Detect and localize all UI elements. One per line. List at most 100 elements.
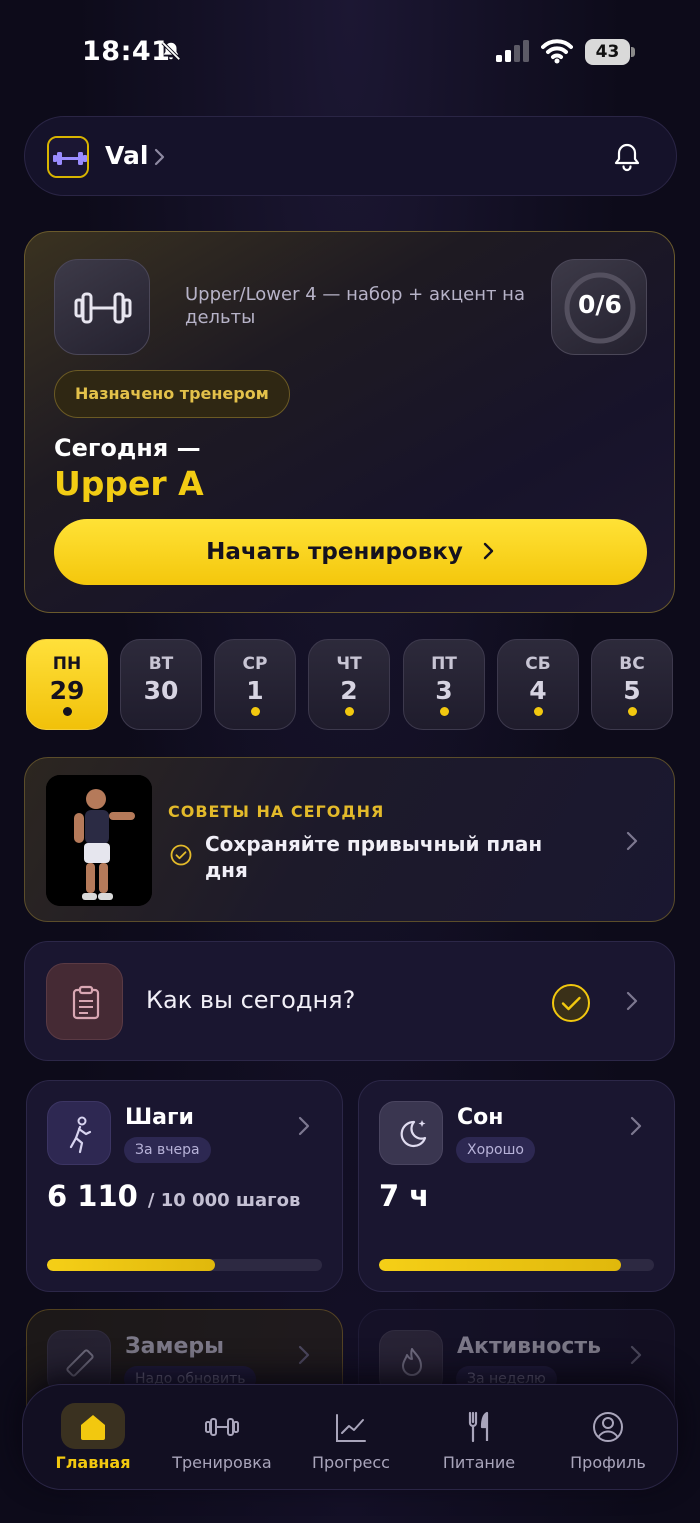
app-logo xyxy=(47,136,89,178)
day-name: ВС xyxy=(619,654,645,674)
nav-home[interactable]: Главная xyxy=(33,1385,153,1491)
nav-label: Прогресс xyxy=(312,1453,390,1472)
day-monday[interactable]: ПН 29 xyxy=(26,639,108,730)
day-name: ПТ xyxy=(431,654,457,674)
nav-label: Главная xyxy=(55,1453,131,1472)
chevron-right-icon xyxy=(630,1345,642,1365)
mood-question: Как вы сегодня? xyxy=(146,986,356,1014)
day-thursday[interactable]: ЧТ 2 xyxy=(308,639,390,730)
start-workout-button[interactable]: Начать тренировку xyxy=(54,519,647,585)
chevron-right-icon xyxy=(298,1345,310,1365)
battery-level: 43 xyxy=(585,39,630,65)
day-dot xyxy=(534,707,543,716)
chevron-right-icon xyxy=(483,542,494,559)
day-dot xyxy=(345,707,354,716)
sleep-card[interactable]: Сон Хорошо 7 ч xyxy=(358,1080,675,1292)
day-saturday[interactable]: СБ 4 xyxy=(497,639,579,730)
nav-nutrition[interactable]: Питание xyxy=(419,1385,539,1491)
nav-progress[interactable]: Прогресс xyxy=(291,1385,411,1491)
sleep-value: 7 ч xyxy=(379,1179,430,1213)
day-date: 4 xyxy=(529,676,547,705)
steps-value: 6 110 xyxy=(47,1179,138,1213)
wifi-icon xyxy=(541,39,573,64)
nav-profile[interactable]: Профиль xyxy=(548,1385,668,1491)
stat-icon-box xyxy=(47,1101,111,1165)
start-workout-label: Начать тренировку xyxy=(206,539,463,565)
progress-count: 0/6 xyxy=(578,290,622,319)
chevron-right-icon xyxy=(154,148,165,166)
chevron-right-icon xyxy=(298,1116,310,1136)
steps-card[interactable]: Шаги За вчера 6 110 / 10 000 шагов xyxy=(26,1080,343,1292)
chart-icon xyxy=(336,1414,366,1442)
day-dot xyxy=(251,707,260,716)
day-wednesday[interactable]: СР 1 xyxy=(214,639,296,730)
chevron-right-icon xyxy=(626,991,638,1011)
workout-icon-box xyxy=(54,259,150,355)
day-name: ЧТ xyxy=(336,654,362,674)
day-date: 1 xyxy=(246,676,264,705)
day-dot xyxy=(63,707,72,716)
dumbbell-icon xyxy=(74,292,132,324)
day-date: 3 xyxy=(435,676,453,705)
day-name: ВТ xyxy=(148,654,174,674)
steps-period-badge: За вчера xyxy=(124,1137,211,1163)
tips-title: СОВЕТЫ НА СЕГОДНЯ xyxy=(168,802,385,821)
mood-check-card[interactable]: Как вы сегодня? xyxy=(24,941,675,1061)
notification-bell-icon[interactable] xyxy=(611,141,643,173)
bottom-navigation: Главная Тренировка Прогресс Питание Проф… xyxy=(22,1384,678,1490)
day-friday[interactable]: ПТ 3 xyxy=(403,639,485,730)
moon-icon xyxy=(400,1120,427,1148)
day-date: 2 xyxy=(340,676,358,705)
trainer-image xyxy=(46,775,152,906)
sleep-title: Сон xyxy=(457,1105,504,1130)
cellular-signal-icon xyxy=(496,40,529,62)
day-tuesday[interactable]: ВТ 30 xyxy=(120,639,202,730)
daily-tips-card[interactable]: СОВЕТЫ НА СЕГОДНЯ Сохраняйте привычный п… xyxy=(24,757,675,922)
stat-icon-box xyxy=(379,1101,443,1165)
day-date: 30 xyxy=(143,676,179,705)
day-name: СБ xyxy=(525,654,551,674)
profile-icon xyxy=(593,1412,623,1442)
sleep-progress-bar xyxy=(379,1259,654,1271)
dumbbell-icon xyxy=(205,1418,239,1436)
sleep-quality-badge: Хорошо xyxy=(456,1137,535,1163)
nav-workout[interactable]: Тренировка xyxy=(162,1385,282,1491)
check-circle-icon[interactable] xyxy=(551,983,591,1023)
nav-label: Тренировка xyxy=(172,1453,272,1472)
today-workout-card[interactable]: Upper/Lower 4 — набор + акцент на дельты… xyxy=(24,231,675,613)
workout-progress: 0/6 xyxy=(551,259,647,355)
clipboard-icon xyxy=(72,985,100,1020)
status-bar: 18:41 43 xyxy=(0,0,700,100)
activity-title: Активность xyxy=(457,1334,602,1359)
measurements-title: Замеры xyxy=(125,1334,225,1359)
fork-knife-icon xyxy=(468,1411,489,1443)
plan-name: Upper/Lower 4 — набор + акцент на дельты xyxy=(185,284,525,328)
steps-title: Шаги xyxy=(125,1105,194,1130)
check-circle-icon xyxy=(170,844,192,866)
steps-progress-fill xyxy=(47,1259,216,1271)
home-icon xyxy=(81,1415,105,1440)
day-sunday[interactable]: ВС 5 xyxy=(591,639,673,730)
sleep-progress-fill xyxy=(379,1259,621,1271)
day-name: СР xyxy=(242,654,268,674)
chevron-right-icon xyxy=(626,831,638,851)
today-workout-name: Upper A xyxy=(54,464,204,503)
nav-label: Питание xyxy=(442,1453,516,1472)
day-date: 5 xyxy=(623,676,641,705)
day-name: ПН xyxy=(52,654,82,674)
battery-indicator: 43 xyxy=(585,39,635,65)
assigned-by-trainer-badge: Назначено тренером xyxy=(54,370,290,418)
silent-mode-icon xyxy=(161,41,181,61)
day-dot xyxy=(628,707,637,716)
day-date: 29 xyxy=(49,676,85,705)
steps-progress-bar xyxy=(47,1259,322,1271)
tip-text: Сохраняйте привычный план дня xyxy=(205,832,543,882)
status-time: 18:41 xyxy=(82,36,171,67)
profile-header[interactable]: Val xyxy=(24,116,677,196)
user-name[interactable]: Val xyxy=(105,141,148,170)
mood-icon-box xyxy=(46,963,123,1040)
steps-value-line: 6 110 / 10 000 шагов xyxy=(47,1179,300,1213)
steps-goal: / 10 000 шагов xyxy=(147,1190,301,1211)
nav-label: Профиль xyxy=(570,1453,646,1472)
today-label: Сегодня — xyxy=(54,434,201,462)
